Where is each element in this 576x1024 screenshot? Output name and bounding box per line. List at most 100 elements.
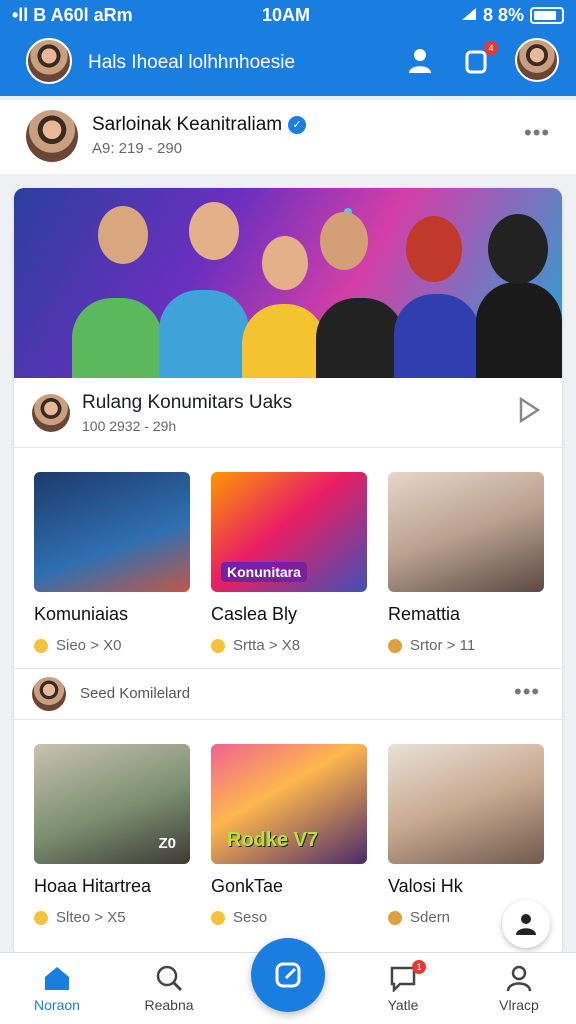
header-title: Hals Ihoeal lolhhnhoesie (88, 52, 296, 73)
person-figure (394, 294, 480, 378)
community-tile[interactable]: Konunitara Caslea Bly Srtta > X8 (211, 472, 367, 654)
post-subtitle: 100 2932 - 29h (82, 418, 177, 434)
status-bar: •ll B A60l aRm 10AM 8 8% (0, 0, 576, 30)
tile-meta-text: Srtta > X8 (233, 637, 301, 654)
notifications-icon[interactable]: 4 (460, 41, 498, 78)
tile-thumbnail[interactable] (34, 472, 190, 592)
header: Hals Ihoeal lolhhnhoesie 4 (0, 36, 576, 92)
tile-name: Hoaa Hitartrea (34, 876, 152, 896)
emoji-icon (388, 910, 402, 925)
person-figure (316, 298, 404, 378)
nav-search[interactable]: Reabna (124, 963, 214, 1013)
profile-name-text: Sarloinak Keanitraliam (92, 114, 283, 135)
chat-badge: 1 (412, 960, 426, 974)
tile-name: GonkTae (211, 876, 284, 896)
post-author-avatar[interactable] (32, 394, 70, 432)
person-hijab (488, 214, 548, 284)
header-avatar[interactable] (26, 38, 72, 84)
seed-avatar[interactable] (32, 677, 66, 711)
nav-home[interactable]: Noraon (12, 963, 102, 1013)
signal-icon (461, 5, 477, 26)
tile-meta: Slteo > X5 (34, 909, 190, 926)
notification-badge: 4 (484, 41, 498, 55)
people-fab-button[interactable] (502, 900, 550, 948)
home-icon (12, 963, 102, 993)
compose-button[interactable] (251, 938, 325, 1012)
tile-thumb-label: Rodke V7 (227, 829, 319, 851)
person-figure (72, 298, 162, 378)
tile-meta: Srtor > 11 (388, 637, 544, 654)
tile-meta: Seso (211, 909, 367, 926)
tile-meta-text: Srtor > 11 (410, 637, 476, 654)
tile-meta: Srtta > X8 (211, 637, 367, 654)
feed-card: Rulang Konumitars Uaks 100 2932 - 29h Ko… (14, 188, 562, 958)
top-app-bar: •ll B A60l aRm 10AM 8 8% Hals Ihoeal lol… (0, 0, 576, 96)
status-right: 8 8% (461, 5, 564, 26)
compose-icon (275, 962, 301, 988)
person-head (98, 206, 148, 264)
tile-meta-text: Seso (233, 909, 268, 926)
nav-chat-label: Yatle (387, 997, 419, 1013)
community-tile[interactable]: Valosi Hk Sdern (388, 744, 544, 926)
tile-meta-text: Sieo > X0 (56, 637, 122, 654)
person-figure (159, 290, 249, 378)
battery-icon (530, 7, 564, 24)
emoji-icon (34, 910, 48, 925)
verified-icon: ✓ (288, 116, 307, 134)
add-friend-icon[interactable] (404, 44, 438, 78)
person-head (189, 202, 239, 260)
tile-thumbnail[interactable] (388, 472, 544, 592)
emoji-icon (34, 638, 48, 653)
nav-profile-label: Vlracp (499, 997, 539, 1013)
emoji-icon (211, 910, 225, 925)
profile-icon (474, 963, 564, 993)
profile-card-avatar[interactable] (26, 110, 78, 162)
post-title: Rulang Konumitars Uaks (82, 392, 293, 413)
tile-meta: Sieo > X0 (34, 637, 190, 654)
person-head (262, 236, 308, 290)
tile-thumbnail[interactable]: Rodke V7 (211, 744, 367, 864)
battery-percent: 8 8% (482, 5, 524, 25)
emoji-icon (211, 638, 225, 653)
tile-thumbnail[interactable]: Z0 (34, 744, 190, 864)
community-tile[interactable]: Rodke V7 GonkTae Seso (211, 744, 367, 926)
profile-avatar[interactable] (515, 38, 559, 82)
tile-name: Komuniaias (34, 604, 129, 624)
profile-subtitle: A9: 219 - 290 (92, 140, 183, 157)
profile-card: Sarloinak Keanitraliam ✓ A9: 219 - 290 •… (0, 100, 576, 174)
play-icon[interactable] (516, 396, 544, 429)
status-left: •ll B A60l aRm (12, 5, 133, 25)
tile-thumbnail[interactable] (388, 744, 544, 864)
nav-profile[interactable]: Vlracp (474, 963, 564, 1013)
nav-search-label: Reabna (144, 997, 194, 1013)
person-figure (476, 282, 562, 378)
profile-name[interactable]: Sarloinak Keanitraliam ✓ (92, 114, 307, 136)
chat-icon: 1 (358, 960, 448, 993)
tile-name: Remattia (388, 604, 461, 624)
person-icon (516, 914, 536, 935)
seed-row[interactable]: Seed Komilelard ••• (14, 668, 562, 720)
tile-name: Caslea Bly (211, 604, 298, 624)
search-icon (124, 963, 214, 993)
community-grid-row-2: Z0 Hoaa Hitartrea Slteo > X5 Rodke V7 Go… (34, 744, 544, 926)
tile-meta-text: Slteo > X5 (56, 909, 126, 926)
community-tile[interactable]: Komuniaias Sieo > X0 (34, 472, 190, 654)
person-head (320, 212, 368, 270)
tile-thumb-label: Konunitara (221, 562, 307, 582)
nav-home-label: Noraon (34, 997, 80, 1013)
tile-name: Valosi Hk (388, 876, 463, 896)
tile-thumbnail[interactable]: Konunitara (211, 472, 367, 592)
status-time: 10AM (262, 5, 311, 25)
community-tile[interactable]: Remattia Srtor > 11 (388, 472, 544, 654)
person-hijab (406, 216, 462, 282)
post-header[interactable]: Rulang Konumitars Uaks 100 2932 - 29h (14, 384, 562, 448)
community-grid-row-1: Komuniaias Sieo > X0 Konunitara Caslea B… (34, 472, 544, 654)
seed-more-icon[interactable]: ••• (514, 679, 540, 705)
more-options-icon[interactable]: ••• (524, 120, 550, 146)
nav-chat[interactable]: 1 Yatle (358, 960, 448, 1013)
hero-image[interactable] (14, 188, 562, 378)
person-figure (242, 304, 326, 378)
community-tile[interactable]: Z0 Hoaa Hitartrea Slteo > X5 (34, 744, 190, 926)
tile-meta-text: Sdern (410, 909, 451, 926)
tile-thumb-label: Z0 (158, 835, 176, 852)
